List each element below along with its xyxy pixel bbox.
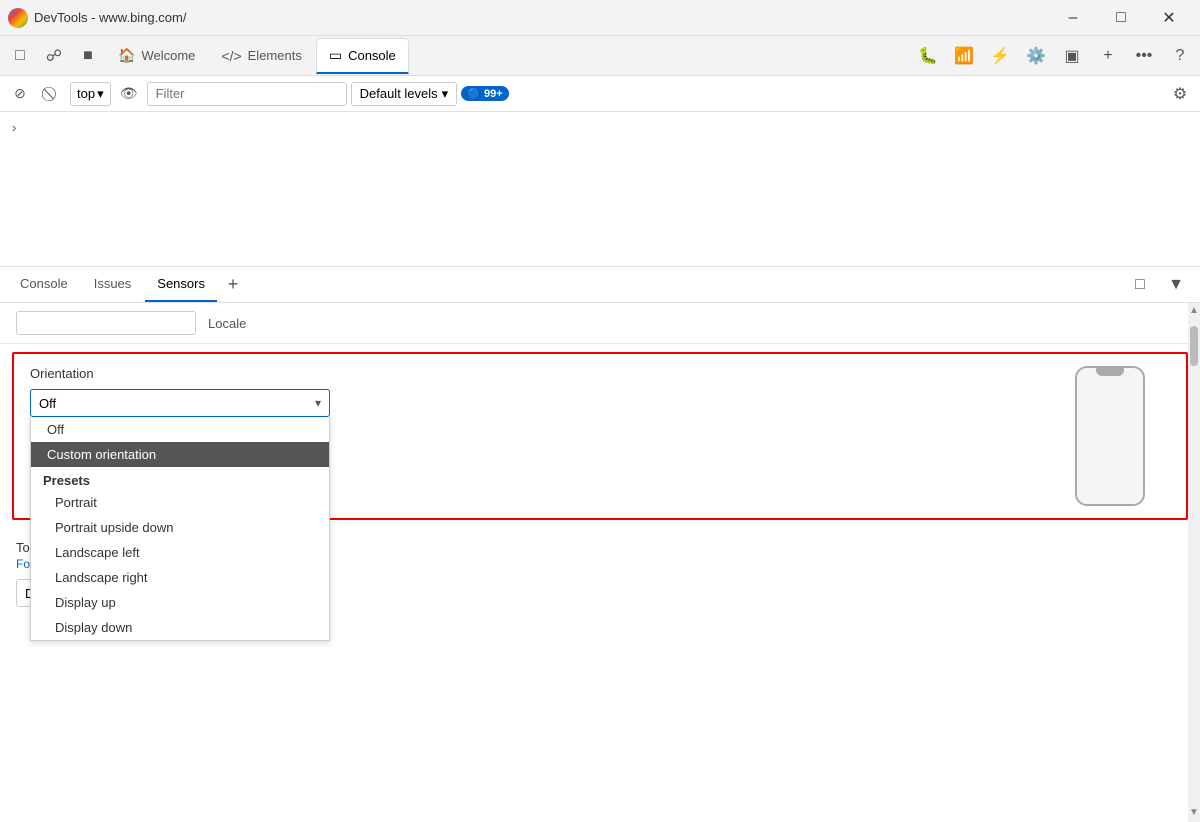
context-value: top: [77, 86, 95, 101]
scroll-thumb[interactable]: [1190, 326, 1198, 366]
locale-label: Locale: [208, 316, 246, 331]
layers-icon-btn[interactable]: ▣: [1056, 40, 1088, 72]
title-bar: DevTools - www.bing.com/ – □ ✕: [0, 0, 1200, 36]
log-levels-selector[interactable]: Default levels ▾: [351, 82, 458, 106]
settings-gear-btn[interactable]: ⚙: [1166, 80, 1194, 108]
performance-icon-btn[interactable]: ⚡: [984, 40, 1016, 72]
dropdown-item-off[interactable]: Off: [31, 417, 329, 442]
tab-elements[interactable]: </> Elements: [209, 38, 313, 74]
tab-welcome-label: Welcome: [141, 48, 195, 63]
message-count-badge: 🔵 99+: [461, 86, 508, 101]
orientation-select[interactable]: Off ▾: [30, 389, 330, 417]
tab-console[interactable]: ▭ Console: [316, 38, 409, 74]
tab-elements-label: Elements: [248, 48, 302, 63]
clear-btn[interactable]: ⊘: [6, 80, 34, 108]
console-output: ›: [0, 112, 1200, 267]
dropdown-item-portrait-upside-down[interactable]: Portrait upside down: [31, 515, 329, 540]
sub-tab-console[interactable]: Console: [8, 268, 80, 302]
locale-input[interactable]: [16, 311, 196, 335]
elements-icon: </>: [221, 48, 241, 64]
dropdown-item-landscape-right[interactable]: Landscape right: [31, 565, 329, 590]
tab-console-label: Console: [348, 48, 396, 63]
bug-icon-btn[interactable]: 🐛: [912, 40, 944, 72]
eye-btn[interactable]: 👁: [115, 80, 143, 108]
dock-icon-btn[interactable]: □: [1124, 269, 1156, 301]
phone-notch: [1096, 368, 1124, 376]
move-panel-btn[interactable]: ▼: [1160, 269, 1192, 301]
select-dropdown-arrow: ▾: [315, 396, 321, 410]
dropdown-item-portrait[interactable]: Portrait: [31, 490, 329, 515]
phone-preview: [1050, 366, 1170, 506]
dropdown-item-custom[interactable]: Custom orientation: [31, 442, 329, 467]
orientation-select-container: Off ▾ Off Custom orientation Presets: [30, 389, 330, 417]
console-toolbar: ⊘ ⃠ top ▾ 👁 Default levels ▾ 🔵 99+ ⚙: [0, 76, 1200, 112]
add-tab-btn[interactable]: +: [1092, 40, 1124, 72]
help-btn[interactable]: ?: [1164, 40, 1196, 72]
device-icon-btn[interactable]: ☍: [38, 40, 70, 72]
dropdown-item-display-up[interactable]: Display up: [31, 590, 329, 615]
close-button[interactable]: ✕: [1146, 0, 1192, 36]
devtools-logo: [8, 8, 28, 28]
maximize-button[interactable]: □: [1098, 0, 1144, 36]
dropdown-group-presets: Presets: [31, 467, 329, 490]
window-title: DevTools - www.bing.com/: [34, 10, 186, 25]
inspect-icon-btn[interactable]: □: [4, 40, 36, 72]
tab-bar: □ ☍ ■ 🏠 Welcome </> Elements ▭ Console 🐛…: [0, 36, 1200, 76]
scroll-down-arrow[interactable]: ▼: [1187, 805, 1200, 820]
console-chevron[interactable]: ›: [12, 120, 16, 135]
right-scrollbar: ▲ ▼: [1188, 303, 1200, 822]
memory-icon-btn[interactable]: ⚙️: [1020, 40, 1052, 72]
console-icon: ▭: [329, 47, 342, 64]
phone-outline: [1075, 366, 1145, 506]
orientation-left: Orientation Off ▾ Off Custom orientation: [30, 366, 1006, 506]
window-controls: – □ ✕: [1050, 0, 1192, 36]
orientation-section: Orientation Off ▾ Off Custom orientation: [12, 352, 1188, 520]
minimize-button[interactable]: –: [1050, 0, 1096, 36]
more-options-btn[interactable]: •••: [1128, 40, 1160, 72]
sidebar-icon-btn[interactable]: ■: [72, 40, 104, 72]
dropdown-item-landscape-left[interactable]: Landscape left: [31, 540, 329, 565]
log-levels-arrow: ▾: [442, 86, 449, 102]
sensors-panel: Locale Orientation Off ▾ Off: [0, 303, 1200, 822]
wifi-icon-btn[interactable]: 📶: [948, 40, 980, 72]
context-dropdown-arrow: ▾: [97, 86, 104, 102]
scroll-up-arrow[interactable]: ▲: [1187, 303, 1200, 318]
orientation-dropdown: Off Custom orientation Presets Portrait: [30, 417, 330, 641]
block-btn[interactable]: ⃠: [38, 80, 66, 108]
orientation-value: Off: [39, 396, 56, 411]
locale-row: Locale: [0, 303, 1200, 344]
context-selector[interactable]: top ▾: [70, 82, 111, 106]
sub-tab-issues[interactable]: Issues: [82, 268, 144, 302]
filter-input[interactable]: [147, 82, 347, 106]
dropdown-item-display-down[interactable]: Display down: [31, 615, 329, 640]
log-levels-label: Default levels: [360, 86, 438, 101]
tab-welcome[interactable]: 🏠 Welcome: [106, 38, 207, 74]
badge-icon: 🔵: [467, 88, 484, 100]
add-panel-btn[interactable]: +: [219, 271, 247, 299]
home-icon: 🏠: [118, 47, 135, 64]
bottom-panel: Console Issues Sensors + □ ▼ Locale Orie…: [0, 267, 1200, 822]
sub-tab-bar: Console Issues Sensors + □ ▼: [0, 267, 1200, 303]
orientation-label: Orientation: [30, 366, 1006, 381]
sub-tab-sensors[interactable]: Sensors: [145, 268, 217, 302]
